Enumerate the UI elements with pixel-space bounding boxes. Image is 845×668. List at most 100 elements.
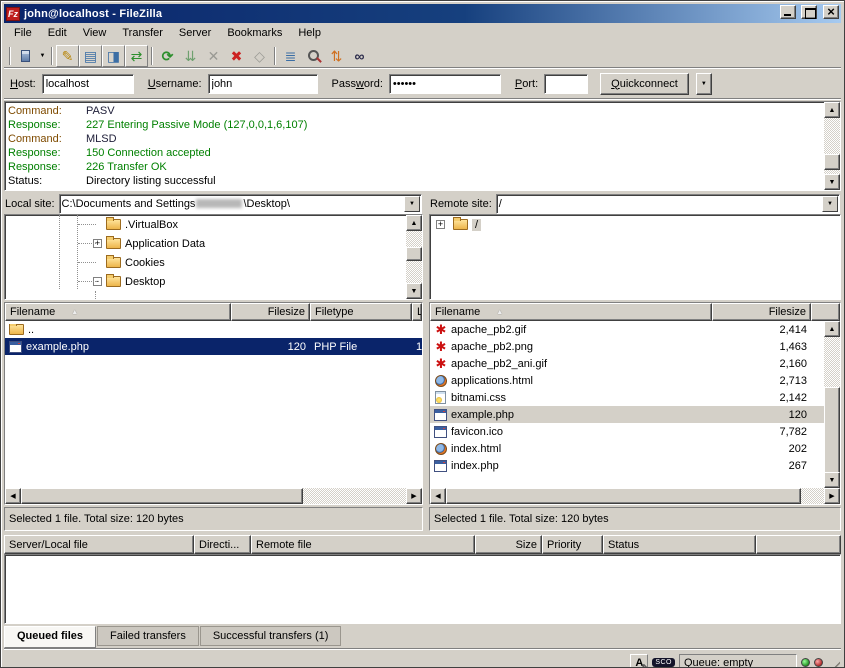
column-header-size[interactable]: Size: [475, 535, 542, 554]
scrollbar-up-button[interactable]: [824, 321, 840, 337]
list-item[interactable]: index.php267: [430, 457, 840, 474]
list-item[interactable]: index.html202: [430, 440, 840, 457]
scrollbar-left-button[interactable]: [5, 488, 21, 504]
remote-list-hscrollbar[interactable]: [430, 488, 840, 504]
maximize-button[interactable]: [801, 5, 817, 19]
scrollbar-down-button[interactable]: [824, 174, 840, 190]
combo-dropdown-icon[interactable]: [822, 196, 838, 212]
column-header-stub: [811, 303, 840, 321]
menu-bookmarks[interactable]: Bookmarks: [219, 25, 290, 41]
remote-list-scrollbar[interactable]: [824, 321, 840, 488]
tree-item-cookies[interactable]: Cookies: [5, 253, 422, 272]
list-item-parent-dir[interactable]: ..: [5, 321, 422, 338]
minimize-button[interactable]: [780, 5, 796, 19]
quickconnect-button[interactable]: Quickconnect: [600, 73, 689, 95]
list-item[interactable]: bitnami.css2,142: [430, 389, 840, 406]
list-item[interactable]: favicon.ico7,782: [430, 423, 840, 440]
scrollbar-left-button[interactable]: [430, 488, 446, 504]
column-header-filesize[interactable]: Filesize: [231, 303, 310, 321]
column-header-status[interactable]: Status: [603, 535, 756, 554]
menu-file[interactable]: File: [6, 25, 40, 41]
reconnect-button[interactable]: [248, 45, 271, 67]
log-line: Response:227 Entering Passive Mode (127,…: [5, 118, 840, 132]
menu-view[interactable]: View: [75, 25, 115, 41]
toggle-message-log-button[interactable]: [56, 45, 79, 67]
local-site-combo[interactable]: C:\Documents and Settings\Desktop\: [59, 194, 422, 214]
column-header-filename[interactable]: Filename: [430, 303, 712, 321]
host-label: Host:: [10, 78, 36, 90]
resize-grip[interactable]: [826, 661, 840, 668]
column-header-filename[interactable]: Filename: [5, 303, 231, 321]
tree-item-desktop[interactable]: -Desktop: [5, 272, 422, 291]
process-queue-button[interactable]: [179, 45, 202, 67]
list-item[interactable]: applications.html2,713: [430, 372, 840, 389]
cancel-operation-button[interactable]: [202, 45, 225, 67]
menu-edit[interactable]: Edit: [40, 25, 75, 41]
scrollbar-down-button[interactable]: [406, 283, 422, 299]
transfer-type-indicator[interactable]: A: [630, 654, 648, 668]
scrollbar-up-button[interactable]: [406, 215, 422, 231]
scrollbar-up-button[interactable]: [824, 102, 840, 118]
message-log-icon: [62, 46, 74, 66]
tab-failed-transfers[interactable]: Failed transfers: [97, 626, 199, 646]
disconnect-button[interactable]: [225, 45, 248, 67]
toggle-remote-tree-button[interactable]: [102, 45, 125, 67]
message-log: Command:PASV Response:227 Entering Passi…: [4, 101, 841, 191]
column-header-remote-file[interactable]: Remote file: [251, 535, 475, 554]
column-header-lastmodified[interactable]: L: [412, 303, 422, 321]
host-input[interactable]: [42, 74, 134, 94]
refresh-button[interactable]: [156, 45, 179, 67]
column-header-direction[interactable]: Directi...: [194, 535, 251, 554]
list-item[interactable]: apache_pb2_ani.gif2,160: [430, 355, 840, 372]
column-header-server-local-file[interactable]: Server/Local file: [4, 535, 194, 554]
toggle-queue-button[interactable]: [125, 45, 148, 67]
column-header-priority[interactable]: Priority: [542, 535, 603, 554]
scrollbar-right-button[interactable]: [824, 488, 840, 504]
menu-server[interactable]: Server: [171, 25, 219, 41]
apache-file-icon: [434, 322, 448, 338]
scrollbar-down-button[interactable]: [824, 472, 840, 488]
menu-help[interactable]: Help: [290, 25, 329, 41]
remote-site-combo[interactable]: /: [496, 194, 840, 214]
local-tree-scrollbar[interactable]: [406, 215, 422, 299]
list-item[interactable]: apache_pb2.gif2,414: [430, 321, 840, 338]
scrollbar-thumb[interactable]: [446, 488, 801, 504]
list-item-selected[interactable]: example.php120: [430, 406, 840, 423]
scrollbar-thumb[interactable]: [21, 488, 303, 504]
column-header-filesize[interactable]: Filesize: [712, 303, 811, 321]
username-input[interactable]: [208, 74, 318, 94]
queue-body[interactable]: [4, 554, 841, 624]
tree-item-application-data[interactable]: +Application Data: [5, 234, 422, 253]
tree-item-virtualbox[interactable]: .VirtualBox: [5, 215, 422, 234]
password-input[interactable]: [389, 74, 501, 94]
expand-plus-icon[interactable]: +: [436, 220, 445, 229]
tree-item-root[interactable]: + /: [430, 215, 840, 234]
directory-comparison-button[interactable]: [279, 45, 302, 67]
scrollbar-right-button[interactable]: [406, 488, 422, 504]
log-line: Command:MLSD: [5, 132, 840, 146]
column-header-filetype[interactable]: Filetype: [310, 303, 412, 321]
scrollbar-thumb[interactable]: [406, 247, 422, 261]
scrollbar-thumb[interactable]: [824, 387, 840, 474]
combo-dropdown-icon[interactable]: [404, 196, 420, 212]
tab-queued-files[interactable]: Queued files: [4, 626, 96, 648]
list-item[interactable]: apache_pb2.png1,463: [430, 338, 840, 355]
menu-transfer[interactable]: Transfer: [114, 25, 171, 41]
list-item-example-php[interactable]: example.php 120 PHP File 1: [5, 338, 422, 355]
filezilla-logo-icon: [6, 7, 20, 21]
port-input[interactable]: [544, 74, 588, 94]
quickconnect-dropdown[interactable]: [696, 73, 712, 95]
tab-successful-transfers[interactable]: Successful transfers (1): [200, 626, 342, 646]
site-manager-dropdown[interactable]: [37, 45, 48, 67]
filename-filters-button[interactable]: [302, 45, 325, 67]
speed-limits-indicator[interactable]: SCO: [652, 658, 675, 667]
local-list-hscrollbar[interactable]: [5, 488, 422, 504]
find-files-button[interactable]: [348, 45, 371, 67]
site-manager-button[interactable]: [14, 45, 37, 67]
close-button[interactable]: [823, 5, 839, 19]
scrollbar-thumb[interactable]: [824, 154, 840, 170]
synchronized-browsing-button[interactable]: [325, 45, 348, 67]
log-scrollbar[interactable]: [824, 102, 840, 190]
apache-file-icon: [434, 339, 448, 355]
toggle-local-tree-button[interactable]: [79, 45, 102, 67]
